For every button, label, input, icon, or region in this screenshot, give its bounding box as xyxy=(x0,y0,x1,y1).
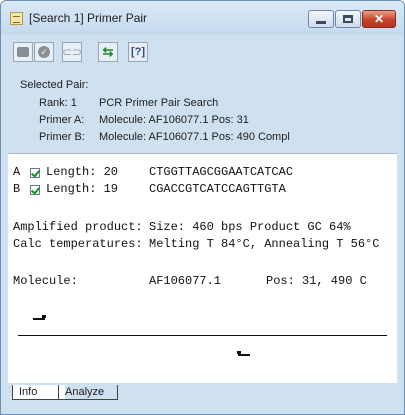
stop-icon xyxy=(17,47,29,57)
close-button[interactable]: ✕ xyxy=(362,10,396,28)
selected-pair-info: Selected Pair: Rank: 1 PCR Primer Pair S… xyxy=(8,75,396,155)
molecule-positions: Pos: 31, 490 C xyxy=(266,274,367,288)
check-circle-icon: ✓ xyxy=(38,46,50,58)
calc-temperatures-label: Calc temperatures: xyxy=(13,237,143,251)
calc-temperatures-value: Melting T 84°C, Annealing T 56°C xyxy=(149,237,380,251)
molecule-map-line xyxy=(18,335,387,336)
primer-pair-window: [Search 1] Primer Pair ✕ ✓ ⊂⊃ ⇆ [?] Sele… xyxy=(0,0,405,415)
primer-a-letter: A xyxy=(13,165,21,179)
molecule-value: AF106077.1 xyxy=(149,274,222,288)
primer-a-length: Length: 20 xyxy=(46,165,119,179)
link-icon: ⊂⊃ xyxy=(61,45,83,59)
forward-primer-arrow-icon xyxy=(33,315,46,320)
reverse-primer-arrow-icon xyxy=(237,351,250,356)
accept-button[interactable]: ✓ xyxy=(34,42,54,62)
primer-a-checkbox[interactable] xyxy=(30,168,40,178)
primer-b-checkbox[interactable] xyxy=(30,185,40,195)
minimize-icon xyxy=(316,21,326,24)
minimize-button[interactable] xyxy=(308,10,334,28)
tab-bar: Info Analyze xyxy=(8,383,397,405)
help-button[interactable]: [?] xyxy=(128,42,148,62)
link-button[interactable]: ⊂⊃ xyxy=(62,42,82,62)
stop-button[interactable] xyxy=(13,42,33,62)
toolbar: ✓ ⊂⊃ ⇆ [?] xyxy=(8,39,396,69)
amplified-product-value: Size: 460 bps Product GC 64% xyxy=(149,220,351,234)
primer-b-sequence: CGACCGTCATCCAGTTGTA xyxy=(149,182,286,196)
maximize-button[interactable] xyxy=(335,10,361,28)
primer-b-label: Primer B: xyxy=(39,131,85,143)
close-icon: ✕ xyxy=(373,12,385,26)
primer-b-letter: B xyxy=(13,182,21,196)
primer-a-label: Primer A: xyxy=(39,114,85,126)
help-icon: [?] xyxy=(130,46,146,58)
primer-details-panel: A Length: 20 CTGGTTAGCGGAATCATCAC B Leng… xyxy=(8,153,397,384)
amplified-product-label: Amplified product: xyxy=(13,220,143,234)
document-icon xyxy=(10,12,23,25)
primer-a-sequence: CTGGTTAGCGGAATCATCAC xyxy=(149,165,294,179)
swap-button[interactable]: ⇆ xyxy=(98,42,118,62)
window-title: [Search 1] Primer Pair xyxy=(29,11,148,25)
molecule-label: Molecule: xyxy=(13,274,78,288)
primer-b-value: Molecule: AF106077.1 Pos: 490 Compl xyxy=(99,131,290,143)
swap-arrows-icon: ⇆ xyxy=(102,44,114,59)
rank-label: Rank: 1 xyxy=(39,97,77,109)
primer-a-value: Molecule: AF106077.1 Pos: 31 xyxy=(99,114,249,126)
title-bar[interactable]: [Search 1] Primer Pair ✕ xyxy=(1,1,404,35)
tab-analyze[interactable]: Analyze xyxy=(58,385,118,400)
selected-pair-heading: Selected Pair: xyxy=(20,79,89,91)
rank-value: PCR Primer Pair Search xyxy=(99,97,219,109)
primer-b-length: Length: 19 xyxy=(46,182,119,196)
maximize-icon xyxy=(343,15,353,23)
